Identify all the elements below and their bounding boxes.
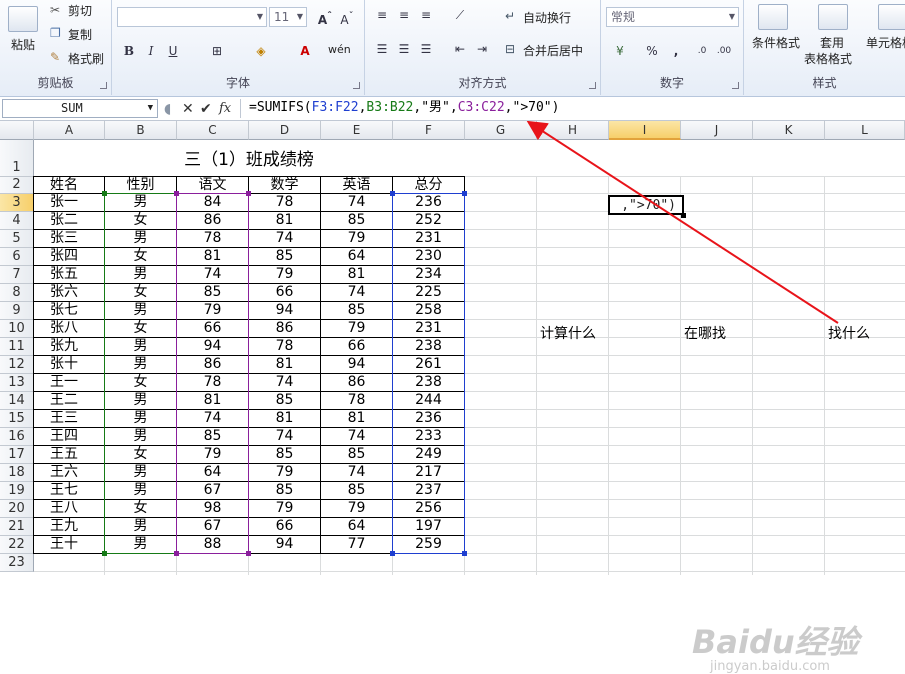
conditional-format-button[interactable]: 条件格式 — [752, 34, 800, 51]
enter-icon[interactable]: ✔ — [200, 101, 212, 117]
comma-button[interactable]: , — [667, 43, 685, 59]
shrink-font-icon[interactable]: Aˇ — [338, 9, 356, 27]
align-center-icon[interactable]: ☰ — [395, 41, 413, 57]
formula-part: C3:C22 — [457, 100, 505, 115]
increase-decimal-icon[interactable]: .0 — [693, 43, 711, 59]
cell-styles-button[interactable]: 单元格格 — [866, 34, 905, 51]
font-label: 字体 — [225, 76, 250, 90]
fill-color-icon[interactable]: ◈ — [252, 43, 270, 59]
annotation-arrows — [526, 121, 839, 324]
table-format-button-line1[interactable]: 套用 — [820, 34, 844, 51]
insert-function-icon[interactable]: fx — [219, 101, 231, 117]
font-size-combo[interactable]: 11 ▼ — [269, 7, 307, 27]
formula-part: B3:B22 — [366, 100, 414, 115]
underline-button[interactable]: U — [164, 43, 182, 59]
align-bottom-icon[interactable]: ≡ — [417, 7, 435, 23]
paste-button[interactable]: 粘贴 — [11, 36, 35, 53]
alignment-label: 对齐方式 — [458, 76, 507, 90]
border-icon[interactable]: ⊞ — [208, 43, 226, 59]
alignment-launcher-icon[interactable] — [589, 82, 596, 89]
worksheet-grid[interactable]: ABCDEFGHIJKL 1 2 3 4 5 6 7 8 9 10 11 12 13 14 15 16 17 18… — [0, 121, 905, 674]
styles-group: 条件格式 套用 表格格式 单元格格 样式 — [744, 0, 905, 95]
align-left-icon[interactable]: ☰ — [373, 41, 391, 57]
copy-icon: ❐ — [50, 26, 61, 40]
annotation-arrow — [526, 121, 839, 324]
number-format-combo[interactable]: 常规 ▼ — [606, 7, 739, 27]
wrap-text-button[interactable]: 自动换行 — [523, 9, 571, 26]
italic-button[interactable]: I — [142, 43, 160, 59]
wrap-text-icon: ↵ — [505, 9, 516, 23]
paste-icon[interactable] — [8, 6, 38, 32]
decrease-decimal-icon[interactable]: .00 — [715, 43, 733, 59]
formula-part: ,"男", — [413, 100, 458, 115]
font-color-icon[interactable]: A — [296, 43, 314, 59]
formula-bar: SUM ▼ ◖ ✕ ✔ fx =SUMIFS(F3:F22,B3:B22,"男",… — [0, 97, 905, 121]
number-launcher-icon[interactable] — [732, 82, 739, 89]
watermark-logo: Baidu经验 — [692, 623, 859, 661]
clipboard-label: 剪贴板 — [37, 76, 74, 90]
merge-icon: ⊟ — [505, 42, 516, 56]
format-painter-icon: ✎ — [50, 50, 61, 64]
clipboard-launcher-icon[interactable] — [100, 82, 107, 89]
name-box[interactable]: SUM ▼ — [2, 99, 158, 118]
format-painter-button[interactable]: 格式刷 — [68, 50, 104, 67]
cut-button[interactable]: 剪切 — [68, 2, 92, 19]
formula-bar-grip-icon: ◖ — [164, 101, 172, 117]
watermark-url: jingyan.baidu.com — [710, 659, 830, 674]
number-label: 数字 — [659, 76, 684, 90]
merge-center-button[interactable]: 合并后居中 — [523, 42, 583, 59]
orientation-icon[interactable]: ⟋ — [451, 7, 469, 23]
formula-part: ,">70") — [504, 100, 560, 115]
formula-input[interactable]: =SUMIFS(F3:F22,B3:B22,"男",C3:C22,">70") — [240, 99, 905, 118]
align-top-icon[interactable]: ≡ — [373, 7, 391, 23]
increase-indent-icon[interactable]: ⇥ — [473, 41, 491, 57]
decrease-indent-icon[interactable]: ⇤ — [451, 41, 469, 57]
font-launcher-icon[interactable] — [353, 82, 360, 89]
styles-label: 样式 — [812, 76, 837, 90]
cancel-icon[interactable]: ✕ — [182, 101, 194, 117]
currency-icon[interactable]: ¥ — [611, 43, 629, 59]
alignment-group: ≡ ≡ ≡ ⟋ ↵ 自动换行 ☰ ☰ ☰ ⇤ ⇥ ⊟ 合并后居中 对齐方式 — [365, 0, 601, 95]
font-group: ▼ 11 ▼ Aˆ Aˇ B I U ⊞ ◈ A wén 字体 — [112, 0, 365, 95]
conditional-format-icon[interactable] — [758, 4, 788, 30]
font-name-combo[interactable]: ▼ — [117, 7, 267, 27]
clipboard-group: 粘贴 ✂ 剪切 ❐ 复制 ✎ 格式刷 剪贴板 — [0, 0, 112, 95]
table-format-button-line2[interactable]: 表格格式 — [804, 50, 852, 67]
phonetic-button[interactable]: wén — [328, 43, 351, 56]
align-right-icon[interactable]: ☰ — [417, 41, 435, 57]
scissors-icon: ✂ — [50, 3, 61, 17]
bold-button[interactable]: B — [120, 43, 138, 59]
number-group: 常规 ▼ ¥ % , .0 .00 数字 — [601, 0, 744, 95]
align-middle-icon[interactable]: ≡ — [395, 7, 413, 23]
percent-button[interactable]: % — [643, 43, 661, 59]
formula-part: F3:F22 — [311, 100, 359, 115]
copy-button[interactable]: 复制 — [68, 26, 92, 43]
table-format-icon[interactable] — [818, 4, 848, 30]
ribbon: 粘贴 ✂ 剪切 ❐ 复制 ✎ 格式刷 剪贴板 ▼ 11 ▼ Aˆ Aˇ B I U… — [0, 0, 905, 97]
formula-part: =SUMIFS( — [249, 100, 312, 115]
cell-styles-icon[interactable] — [878, 4, 905, 30]
grow-font-icon[interactable]: Aˆ — [316, 9, 334, 27]
